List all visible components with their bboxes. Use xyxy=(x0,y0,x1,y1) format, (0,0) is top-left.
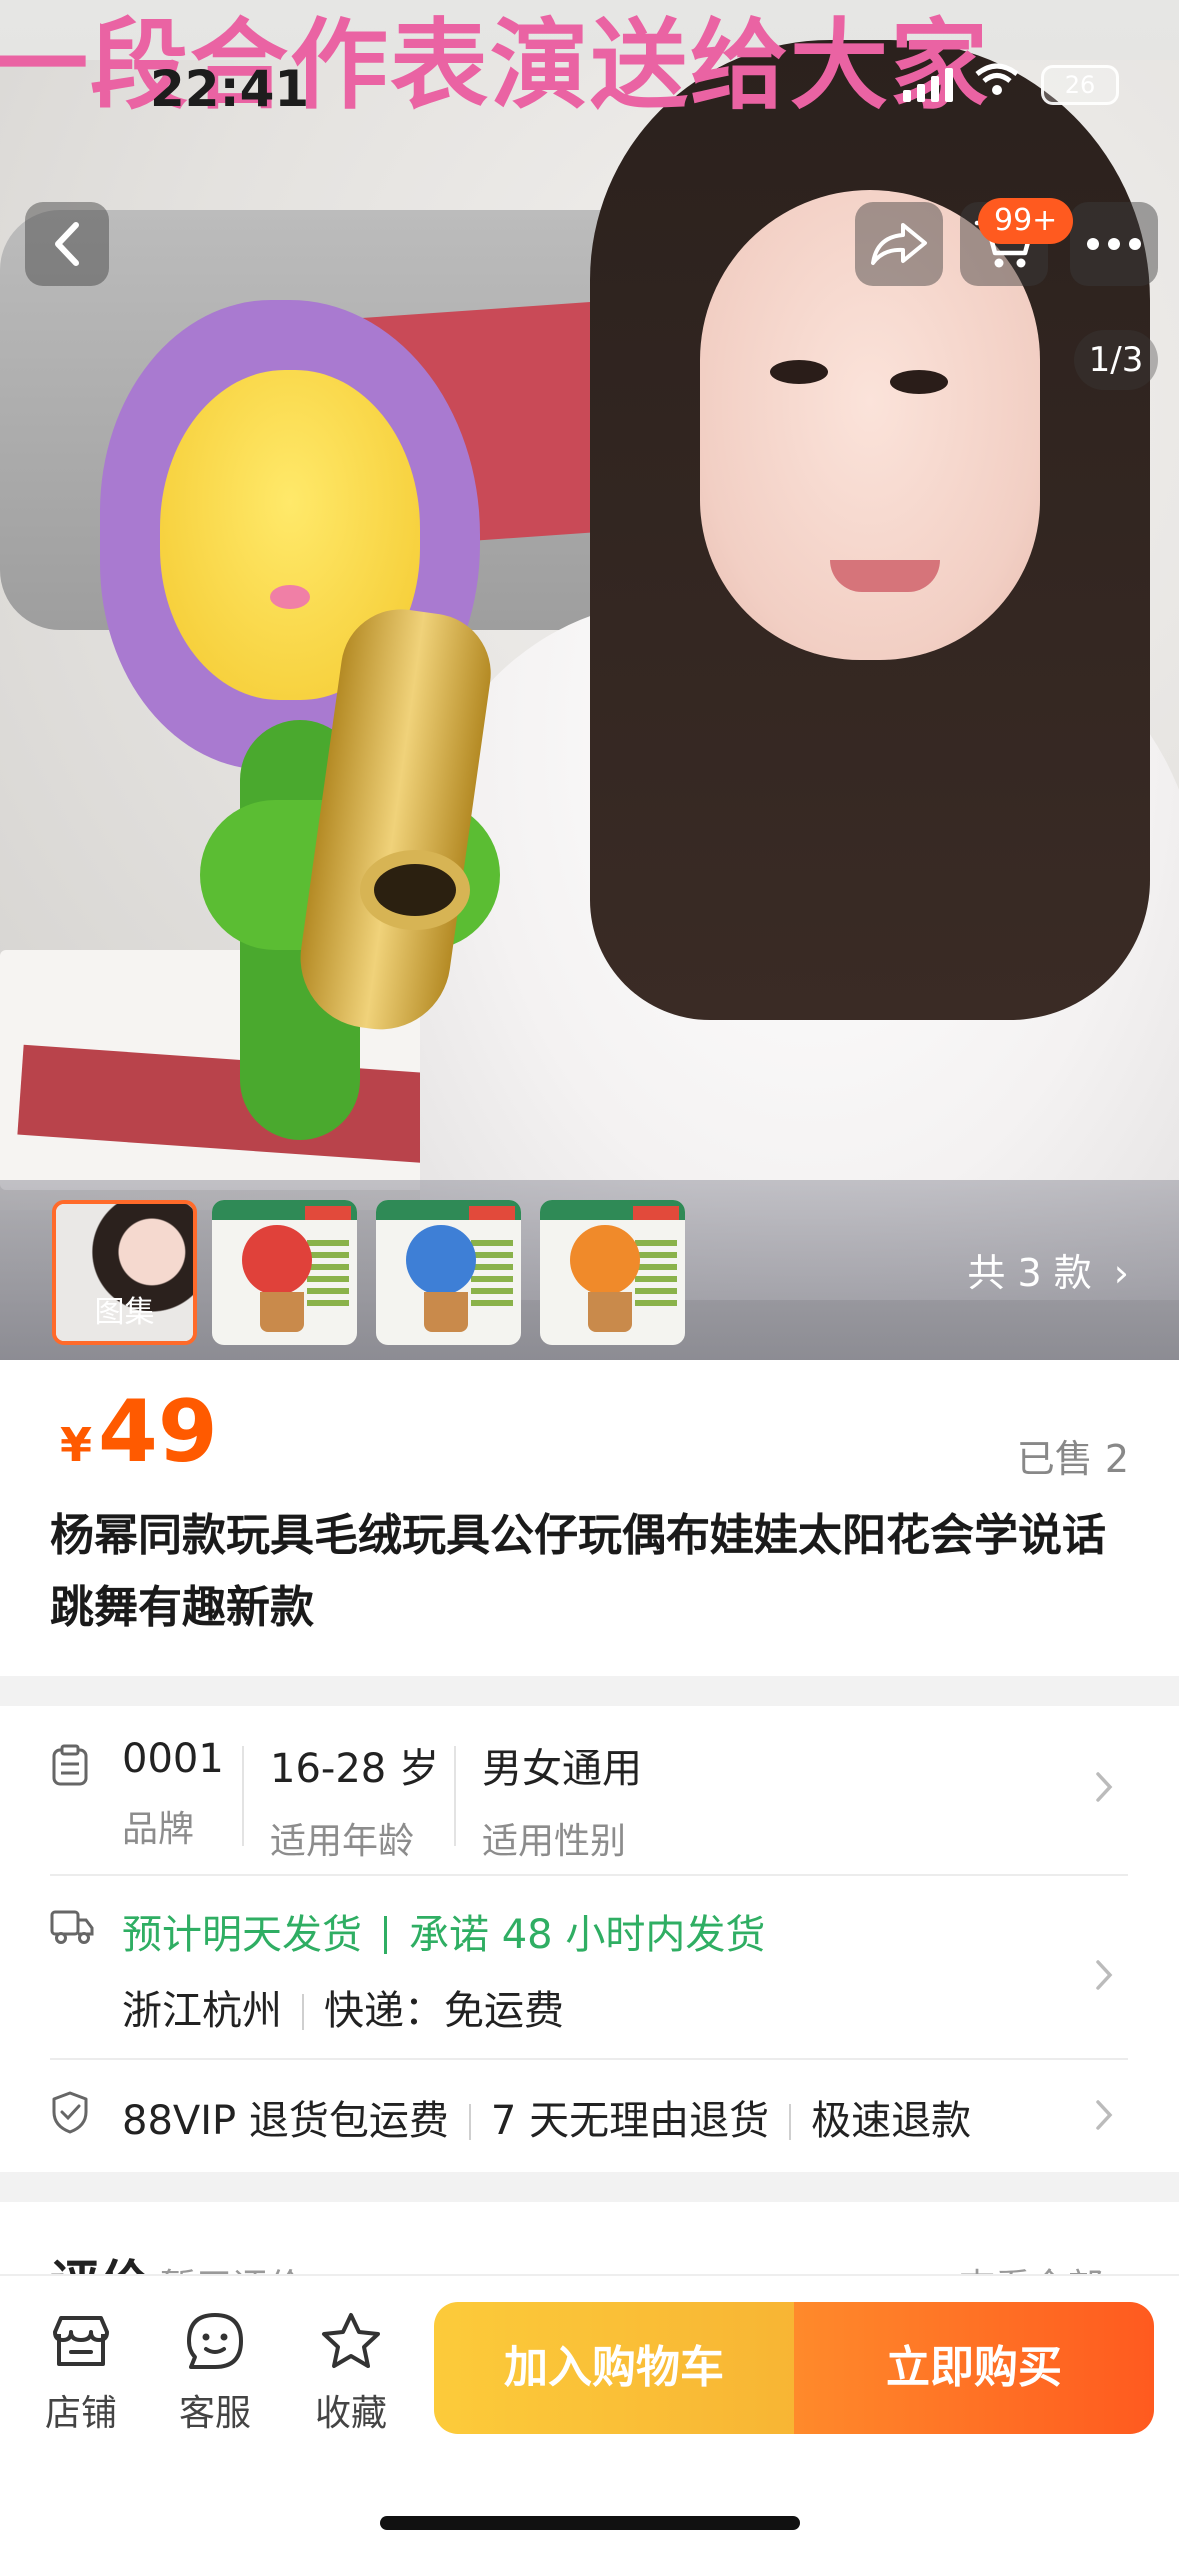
buy-now-button[interactable]: 立即购买 xyxy=(794,2302,1154,2434)
style-thumbnail-strip: 图集 共 3 款 › xyxy=(0,1180,1179,1360)
saxophone-bell xyxy=(360,850,470,930)
more-icon xyxy=(1087,238,1141,250)
signal-icon xyxy=(903,68,953,102)
back-icon xyxy=(55,222,79,266)
sold-count: 已售 2 xyxy=(1016,1437,1129,1481)
spec-brand: 0001 品牌 xyxy=(122,1736,224,1852)
divider xyxy=(50,1874,1128,1876)
status-icons: 26 xyxy=(903,62,1119,108)
styles-count-label: 共 3 款 xyxy=(967,1251,1092,1295)
price: ¥49 xyxy=(60,1382,218,1482)
chevron-right-icon xyxy=(1094,2092,1114,2143)
bottom-action-bar: 店铺 客服 收藏 加入购物车 立即购买 xyxy=(0,2274,1179,2556)
back-button[interactable] xyxy=(25,202,109,286)
share-button[interactable] xyxy=(855,202,943,286)
shipping-details: 浙江杭州 快递：免运费 xyxy=(122,1978,564,2036)
thumbnail-style-blue[interactable] xyxy=(376,1200,521,1345)
spec-gender-value: 男女通用 xyxy=(482,1746,642,1792)
chevron-right-icon xyxy=(1094,1952,1114,2003)
product-title: 杨幂同款玩具毛绒玩具公仔玩偶布娃娃太阳花会学说话跳舞有趣新款 xyxy=(50,1510,1106,1633)
eye-left xyxy=(770,360,828,384)
shipping-estimate: 预计明天发货 xyxy=(122,1912,362,1958)
guarantee-item: 7 天无理由退货 xyxy=(490,2098,770,2144)
thumbnail-style-red[interactable] xyxy=(212,1200,357,1345)
thumbnail-gallery[interactable]: 图集 xyxy=(52,1200,197,1345)
image-page-indicator: 1/3 xyxy=(1074,330,1158,390)
shipping-promise: 预计明天发货 承诺 48 小时内发货 xyxy=(122,1902,765,1960)
shipping-origin: 浙江杭州 xyxy=(122,1988,282,2034)
spec-age-value: 16-28 岁 xyxy=(270,1746,439,1792)
service-icon xyxy=(160,2306,270,2376)
guarantee-item: 88VIP 退货包运费 xyxy=(122,2098,449,2144)
shipping-fee: 快递：免运费 xyxy=(324,1988,564,2034)
divider xyxy=(242,1746,244,1846)
guarantee-row[interactable]: 88VIP 退货包运费 7 天无理由退货 极速退款 xyxy=(50,2088,1128,2158)
divider xyxy=(454,1746,456,1846)
price-currency: ¥ xyxy=(60,1418,93,1472)
flower-thumb-image xyxy=(570,1225,640,1295)
status-bar: 22:41 26 xyxy=(0,0,1179,150)
status-time: 22:41 xyxy=(150,60,310,118)
spec-brand-label: 品牌 xyxy=(122,1809,195,1850)
guarantee-item: 极速退款 xyxy=(811,2098,972,2144)
thumbnail-style-orange[interactable] xyxy=(540,1200,685,1345)
more-button[interactable] xyxy=(1070,202,1158,286)
shop-label: 店铺 xyxy=(44,2393,117,2434)
styles-count-link[interactable]: 共 3 款 › xyxy=(967,1242,1129,1297)
spec-gender: 男女通用 适用性别 xyxy=(482,1736,642,1864)
info-card: 0001 品牌 16-28 岁 适用年龄 男女通用 适用性别 预计明天发货 承诺 … xyxy=(0,1706,1179,2172)
chevron-right-icon xyxy=(1094,1764,1114,1815)
truck-icon xyxy=(50,1906,94,1956)
favorite-button[interactable]: 收藏 xyxy=(296,2306,406,2436)
chevron-right-icon: › xyxy=(1113,1251,1129,1295)
divider xyxy=(50,2058,1128,2060)
guarantee-list: 88VIP 退货包运费 7 天无理由退货 极速退款 xyxy=(122,2088,971,2146)
spec-icon xyxy=(50,1744,90,1798)
price-card: ¥49 已售 2 杨幂同款玩具毛绒玩具公仔玩偶布娃娃太阳花会学说话跳舞有趣新款 xyxy=(0,1360,1179,1676)
shipping-commitment: 承诺 48 小时内发货 xyxy=(409,1912,766,1958)
add-to-cart-button[interactable]: 加入购物车 xyxy=(434,2302,794,2434)
shop-button[interactable]: 店铺 xyxy=(26,2306,136,2436)
flower-blush xyxy=(270,585,310,609)
thumbnail-label: 图集 xyxy=(94,1295,155,1330)
spec-brand-value: 0001 xyxy=(122,1736,224,1782)
wifi-icon xyxy=(973,62,1021,108)
battery-icon: 26 xyxy=(1041,65,1119,105)
shipping-row[interactable]: 预计明天发货 承诺 48 小时内发货 浙江杭州 快递：免运费 xyxy=(50,1902,1128,2052)
price-value: 49 xyxy=(98,1382,218,1482)
flower-thumb-image xyxy=(242,1225,312,1295)
eye-right xyxy=(890,370,948,394)
cart-count-badge: 99+ xyxy=(978,198,1074,244)
star-icon xyxy=(296,2306,406,2376)
flower-thumb-image xyxy=(406,1225,476,1295)
spec-age-label: 适用年龄 xyxy=(270,1821,415,1862)
share-icon xyxy=(871,223,927,265)
service-label: 客服 xyxy=(178,2393,251,2434)
customer-service-button[interactable]: 客服 xyxy=(160,2306,270,2436)
home-indicator[interactable] xyxy=(380,2516,800,2530)
favorite-label: 收藏 xyxy=(314,2393,387,2434)
spec-age: 16-28 岁 适用年龄 xyxy=(270,1736,439,1864)
shop-icon xyxy=(26,2306,136,2376)
spec-row[interactable]: 0001 品牌 16-28 岁 适用年龄 男女通用 适用性别 xyxy=(50,1706,1128,1874)
woman-mouth xyxy=(830,560,940,592)
spec-gender-label: 适用性别 xyxy=(482,1821,627,1862)
shield-icon xyxy=(50,2090,90,2144)
